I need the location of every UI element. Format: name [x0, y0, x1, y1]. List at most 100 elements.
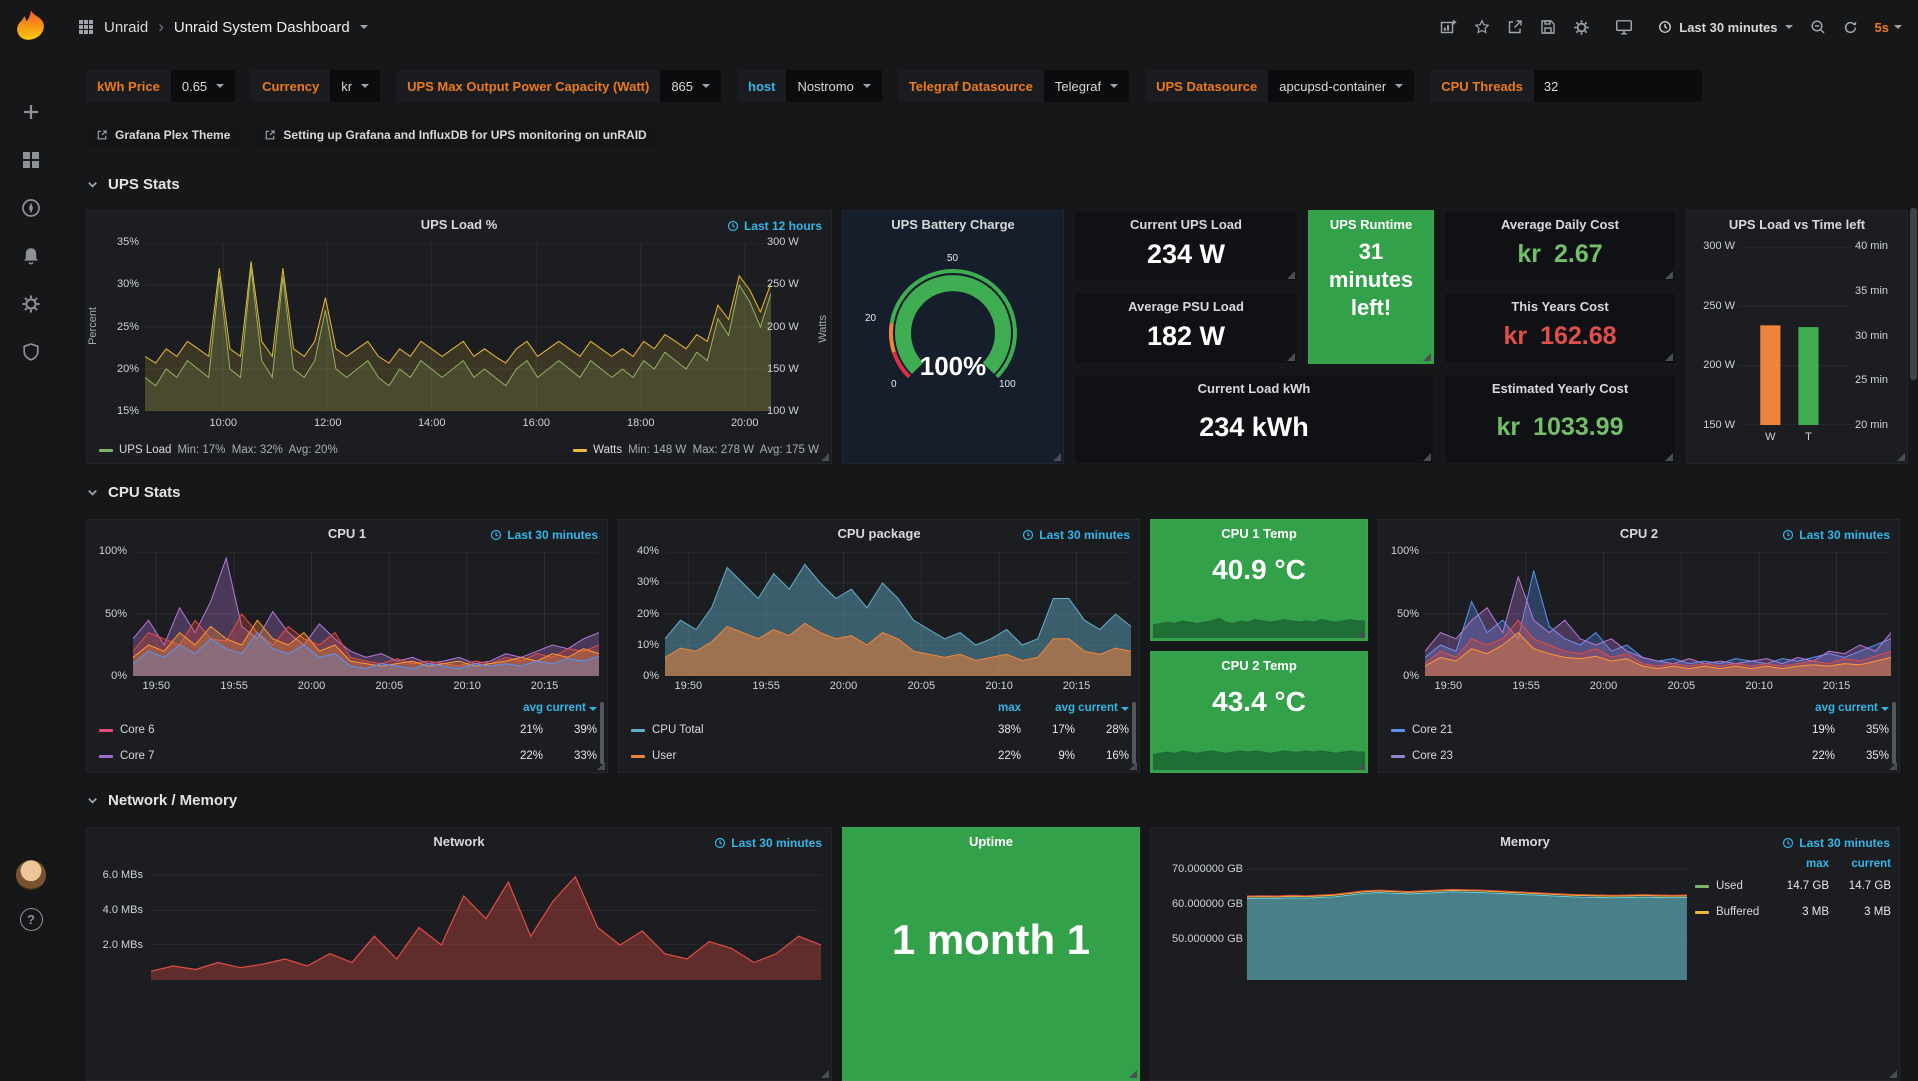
- legend-header-avg[interactable]: avg: [489, 702, 543, 714]
- refresh-icon[interactable]: [1843, 20, 1858, 35]
- alerting-bell-icon[interactable]: [21, 246, 41, 266]
- variable-value-dropdown[interactable]: kr: [330, 70, 380, 102]
- panel-resize-handle[interactable]: [1128, 761, 1137, 770]
- legend-header-current[interactable]: current: [1075, 702, 1129, 714]
- legend-header-current[interactable]: current: [543, 702, 597, 714]
- dashboard-title[interactable]: Unraid System Dashboard: [174, 19, 350, 36]
- panel-ups-runtime: UPS Runtime 31 minutes left!: [1308, 210, 1434, 364]
- cpu2-chart-plot[interactable]: [1425, 552, 1891, 676]
- variable-value-dropdown[interactable]: Nostromo: [786, 70, 881, 102]
- panel-resize-handle[interactable]: [820, 452, 829, 461]
- network-chart-plot[interactable]: [151, 862, 821, 980]
- panel-resize-handle[interactable]: [1052, 452, 1061, 461]
- explore-compass-icon[interactable]: [21, 198, 41, 218]
- save-icon[interactable]: [1540, 19, 1556, 35]
- section-network-memory[interactable]: Network / Memory: [86, 792, 237, 809]
- legend-scrollbar[interactable]: [600, 702, 604, 764]
- panel-title[interactable]: UPS Load %: [87, 211, 831, 232]
- link-ups-monitoring-guide[interactable]: Setting up Grafana and InfluxDB for UPS …: [254, 122, 656, 148]
- panel-title[interactable]: UPS Battery Charge: [843, 211, 1063, 232]
- ups-load-vs-time-plot[interactable]: [1739, 247, 1851, 425]
- cpu-package-chart-plot[interactable]: [665, 552, 1131, 676]
- panel-resize-handle[interactable]: [1664, 352, 1673, 361]
- legend-series[interactable]: Core 7: [99, 750, 489, 762]
- panel-resize-handle[interactable]: [1896, 452, 1905, 461]
- server-admin-shield-icon[interactable]: [21, 342, 41, 362]
- legend-header-max[interactable]: max: [1767, 858, 1829, 870]
- tv-mode-icon[interactable]: [1615, 18, 1633, 36]
- variable-value-dropdown[interactable]: apcupsd-container: [1268, 70, 1414, 102]
- dashboard-caret-icon[interactable]: [360, 25, 368, 29]
- panel-title[interactable]: UPS Runtime: [1309, 211, 1433, 232]
- zoom-out-icon[interactable]: [1810, 19, 1826, 35]
- panel-resize-handle[interactable]: [1356, 629, 1365, 638]
- legend-series[interactable]: CPU Total: [631, 724, 967, 736]
- section-ups-stats[interactable]: UPS Stats: [86, 176, 180, 193]
- legend-header-current[interactable]: current: [1835, 702, 1889, 714]
- panel-title[interactable]: This Years Cost: [1445, 293, 1675, 314]
- panel-title[interactable]: CPU 1 Temp: [1151, 520, 1367, 541]
- panel-resize-handle[interactable]: [1128, 1069, 1137, 1078]
- panel-title[interactable]: CPU 2 Temp: [1151, 652, 1367, 673]
- legend-scrollbar[interactable]: [1892, 702, 1896, 764]
- panel-resize-handle[interactable]: [596, 761, 605, 770]
- panel-resize-handle[interactable]: [1888, 1069, 1897, 1078]
- create-plus-icon[interactable]: [21, 102, 41, 122]
- panel-resize-handle[interactable]: [1888, 761, 1897, 770]
- panel-resize-handle[interactable]: [1664, 452, 1673, 461]
- legend-series[interactable]: Used: [1695, 880, 1767, 892]
- panel-title[interactable]: Current Load kWh: [1075, 375, 1433, 396]
- variable-value-dropdown[interactable]: 0.65: [171, 70, 235, 102]
- section-cpu-stats[interactable]: CPU Stats: [86, 484, 181, 501]
- cpu1-chart-plot[interactable]: [133, 552, 599, 676]
- legend-header-avg[interactable]: avg: [1021, 702, 1075, 714]
- panel-title[interactable]: Average PSU Load: [1075, 293, 1297, 314]
- settings-gear-icon[interactable]: [1573, 19, 1590, 36]
- panel-title[interactable]: Estimated Yearly Cost: [1445, 375, 1675, 396]
- legend-series[interactable]: Core 6: [99, 724, 489, 736]
- legend-header-max[interactable]: max: [967, 702, 1021, 714]
- help-icon[interactable]: ?: [20, 908, 43, 931]
- panel-title[interactable]: Uptime: [843, 828, 1139, 849]
- variable-value-dropdown[interactable]: Telegraf: [1044, 70, 1129, 102]
- panel-title[interactable]: Average Daily Cost: [1445, 211, 1675, 232]
- legend-series[interactable]: Core 21: [1391, 724, 1781, 736]
- configuration-gear-icon[interactable]: [21, 294, 41, 314]
- panel-title[interactable]: Current UPS Load: [1075, 211, 1297, 232]
- panel-time-override: Last 30 minutes: [1782, 836, 1890, 850]
- panel-title[interactable]: UPS Load vs Time left: [1687, 211, 1907, 232]
- scrollbar-thumb[interactable]: [1910, 208, 1917, 380]
- user-avatar[interactable]: [16, 860, 46, 890]
- legend-scrollbar[interactable]: [1132, 702, 1136, 764]
- share-icon[interactable]: [1507, 19, 1523, 35]
- link-grafana-plex-theme[interactable]: Grafana Plex Theme: [86, 122, 240, 148]
- memory-chart-plot[interactable]: [1247, 862, 1687, 980]
- legend-series[interactable]: Core 23: [1391, 750, 1781, 762]
- panel-resize-handle[interactable]: [820, 1069, 829, 1078]
- breadcrumb-folder[interactable]: Unraid: [104, 19, 148, 36]
- add-panel-icon[interactable]: [1440, 19, 1457, 36]
- dashboards-icon[interactable]: [21, 150, 41, 170]
- legend-header-avg[interactable]: avg: [1781, 702, 1835, 714]
- page-scrollbar[interactable]: [1910, 0, 1917, 947]
- ups-load-chart-plot[interactable]: [145, 243, 771, 411]
- y-tick: 0%: [643, 671, 659, 682]
- panel-resize-handle[interactable]: [1286, 352, 1295, 361]
- legend-series-name[interactable]: Watts: [593, 444, 622, 456]
- apps-grid-icon[interactable]: [78, 19, 94, 35]
- legend-series[interactable]: User: [631, 750, 967, 762]
- variable-value-dropdown[interactable]: 865: [660, 70, 721, 102]
- cpu-threads-input[interactable]: [1534, 70, 1702, 102]
- time-range-picker[interactable]: Last 30 minutes: [1658, 20, 1792, 35]
- panel-resize-handle[interactable]: [1422, 452, 1431, 461]
- legend-header-current[interactable]: current: [1829, 858, 1891, 870]
- legend-series[interactable]: Buffered: [1695, 906, 1767, 918]
- panel-resize-handle[interactable]: [1356, 761, 1365, 770]
- refresh-interval-picker[interactable]: 5s: [1875, 20, 1902, 35]
- panel-resize-handle[interactable]: [1664, 270, 1673, 279]
- grafana-logo-icon[interactable]: [12, 8, 50, 46]
- panel-resize-handle[interactable]: [1286, 270, 1295, 279]
- panel-resize-handle[interactable]: [1422, 352, 1431, 361]
- legend-series-name[interactable]: UPS Load: [119, 444, 171, 456]
- star-icon[interactable]: [1474, 19, 1490, 35]
